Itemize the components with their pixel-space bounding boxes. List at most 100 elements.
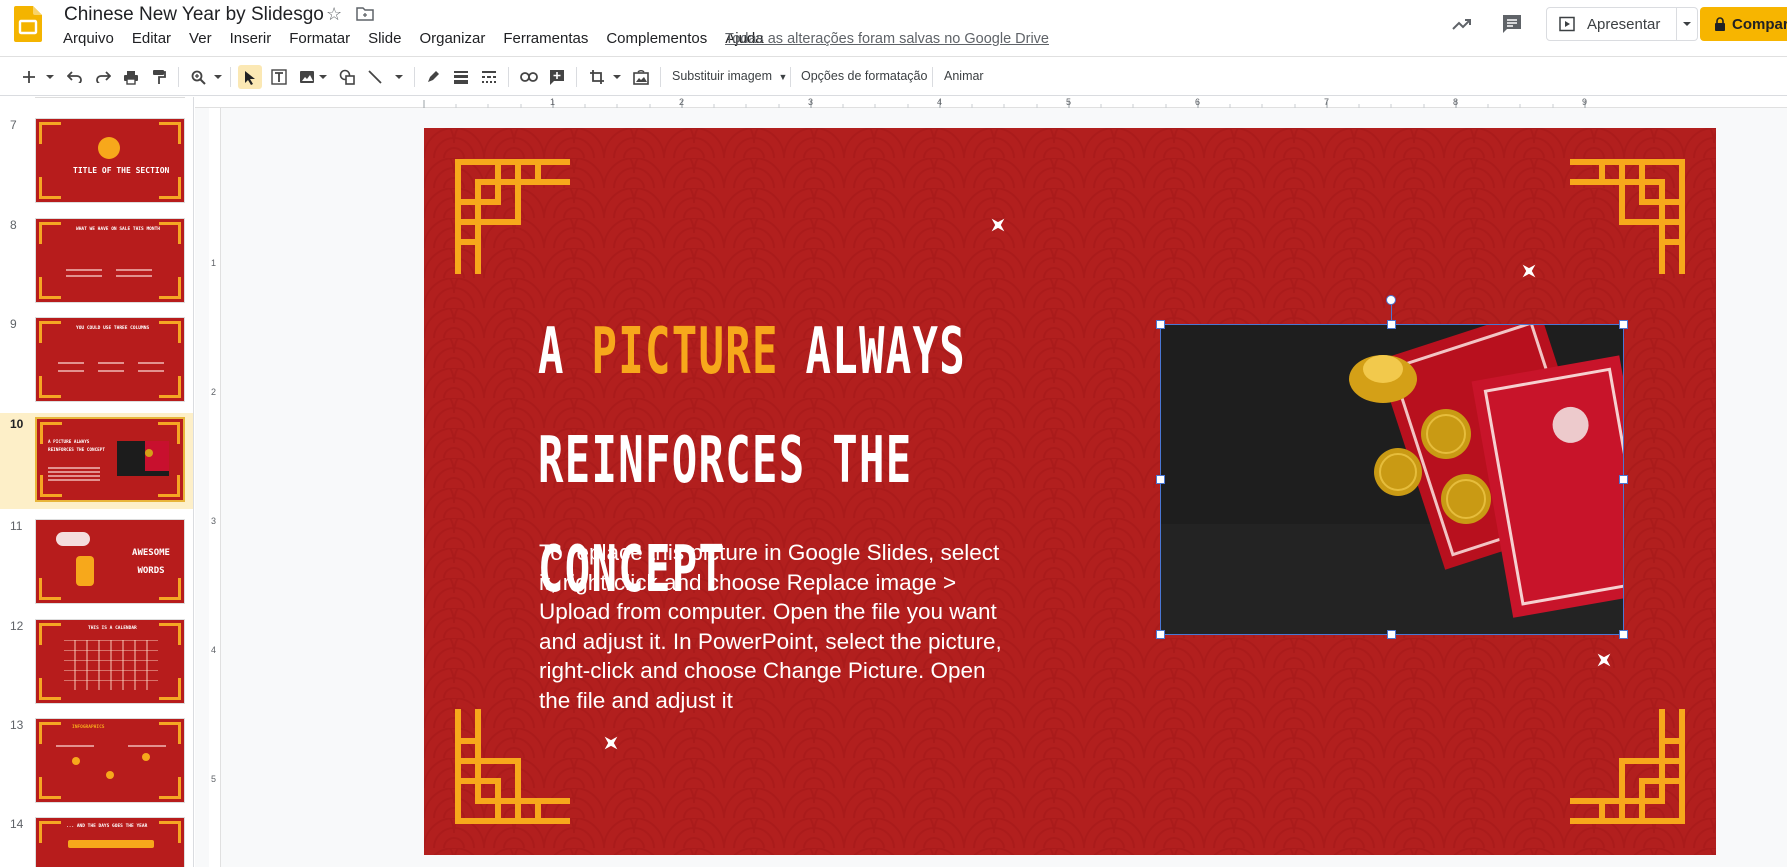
ruler-mark: 1 — [211, 258, 217, 268]
toolbar-separator — [576, 67, 577, 87]
slide-thumbnail-row[interactable] — [0, 97, 193, 105]
menu-slide[interactable]: Slide — [359, 30, 410, 52]
slide-thumbnail[interactable]: AWESOME WORDS — [35, 519, 185, 604]
menu-ver[interactable]: Ver — [180, 30, 221, 52]
crop-dropdown-icon[interactable] — [612, 65, 622, 89]
replace-image-button[interactable]: Substituir imagem ▼ — [672, 69, 787, 83]
resize-handle-left[interactable] — [1156, 475, 1165, 484]
document-title[interactable]: Chinese New Year by Slidesgo — [64, 4, 324, 26]
image-selection-box[interactable] — [1160, 324, 1624, 635]
toolbar-separator — [508, 67, 509, 87]
image-dropdown-icon[interactable] — [318, 65, 328, 89]
slide-thumbnail-row[interactable]: 14 ... AND THE DAYS GOES THE YEAR — [0, 813, 193, 867]
animate-button[interactable]: Animar — [944, 69, 984, 83]
line-dropdown-icon[interactable] — [394, 65, 404, 89]
slide-body-text[interactable]: To replace this picture in Google Slides… — [539, 538, 1009, 715]
title-text: A — [538, 315, 592, 389]
menu-organizar[interactable]: Organizar — [410, 30, 494, 52]
save-status-link[interactable]: Todas as alterações foram salvas no Goog… — [725, 31, 1049, 47]
resize-handle-top[interactable] — [1387, 320, 1396, 329]
slide-thumbnail-row[interactable]: 9 YOU COULD USE THREE COLUMNS — [0, 313, 193, 409]
menu-inserir[interactable]: Inserir — [221, 30, 281, 52]
zoom-icon[interactable] — [188, 65, 208, 89]
menu-formatar[interactable]: Formatar — [280, 30, 359, 52]
slide-thumbnail[interactable]: YOU COULD USE THREE COLUMNS — [35, 317, 185, 402]
slides-logo-icon[interactable] — [14, 6, 42, 42]
toolbar-separator — [178, 67, 179, 87]
lock-icon — [1715, 17, 1725, 31]
new-slide-icon[interactable] — [20, 65, 38, 89]
border-color-icon[interactable] — [422, 65, 444, 89]
comments-icon[interactable] — [1500, 12, 1524, 36]
thumbnail-text: A PICTURE ALWAYS REINFORCES THE CONCEPT — [48, 440, 105, 453]
undo-icon[interactable] — [64, 65, 86, 89]
resize-handle-top-right[interactable] — [1619, 320, 1628, 329]
thumbnail-photo — [117, 441, 169, 476]
app-header: Chinese New Year by Slidesgo ☆ Arquivo E… — [0, 0, 1787, 56]
present-button[interactable]: Apresentar — [1546, 7, 1677, 41]
insert-link-icon[interactable] — [518, 65, 540, 89]
resize-handle-bottom[interactable] — [1387, 630, 1396, 639]
slide-thumbnail-current[interactable]: A PICTURE ALWAYS REINFORCES THE CONCEPT — [35, 417, 185, 502]
ruler-mark: 4 — [937, 97, 943, 107]
print-icon[interactable] — [120, 65, 142, 89]
title-text: ALWAYS — [778, 315, 967, 389]
current-slide[interactable]: A PICTURE ALWAYS REINFORCES THE CONCEPT … — [424, 128, 1716, 855]
google-slides-app: Chinese New Year by Slidesgo ☆ Arquivo E… — [0, 0, 1787, 867]
slide-thumbnail-row[interactable]: 12 THIS IS A CALENDAR — [0, 615, 193, 711]
zoom-dropdown-icon[interactable] — [212, 65, 224, 89]
menu-complementos[interactable]: Complementos — [597, 30, 716, 52]
text-box-icon[interactable] — [268, 65, 290, 89]
menu-arquivo[interactable]: Arquivo — [54, 30, 123, 52]
vertical-ruler[interactable]: 1 2 3 4 5 — [209, 108, 221, 867]
replace-image-label: Substituir imagem — [672, 69, 773, 83]
toolbar-separator — [660, 67, 661, 87]
crop-icon[interactable] — [586, 65, 608, 89]
ruler-mark: 5 — [1066, 97, 1072, 107]
star-icon[interactable]: ☆ — [326, 4, 342, 25]
redo-icon[interactable] — [92, 65, 114, 89]
move-to-folder-icon[interactable] — [356, 6, 374, 21]
activity-trend-icon[interactable] — [1450, 12, 1474, 36]
resize-handle-bottom-left[interactable] — [1156, 630, 1165, 639]
menu-ferramentas[interactable]: Ferramentas — [494, 30, 597, 52]
add-comment-icon[interactable] — [546, 65, 568, 89]
slide-thumbnail-row[interactable]: 8 WHAT WE HAVE ON SALE THIS MONTH — [0, 214, 193, 310]
resize-handle-right[interactable] — [1619, 475, 1628, 484]
slide-thumbnail[interactable]: ... AND THE DAYS GOES THE YEAR — [35, 817, 185, 867]
resize-handle-bottom-right[interactable] — [1619, 630, 1628, 639]
toolbar-separator — [230, 67, 231, 87]
menu-editar[interactable]: Editar — [123, 30, 180, 52]
slide-thumbnail-row[interactable]: 7 TITLE OF THE SECTION — [0, 114, 193, 210]
toolbar-separator — [932, 67, 933, 87]
slide-thumbnail[interactable]: THIS IS A CALENDAR — [35, 619, 185, 704]
rotation-handle[interactable] — [1386, 295, 1396, 305]
border-weight-icon[interactable] — [450, 65, 472, 89]
slide-thumbnail-row[interactable]: 11 AWESOME WORDS — [0, 515, 193, 611]
thumbnail-text: TITLE OF THE SECTION — [73, 166, 170, 175]
border-dash-icon[interactable] — [478, 65, 500, 89]
toolbar-separator — [790, 67, 791, 87]
slide-thumbnail-row[interactable]: 13 INFOGRAPHICS — [0, 714, 193, 810]
resize-handle-top-left[interactable] — [1156, 320, 1165, 329]
horizontal-ruler[interactable]: 1 2 3 4 5 6 7 8 9 — [195, 97, 1787, 108]
select-cursor-icon[interactable] — [238, 65, 262, 89]
slide-thumbnail-row-active[interactable]: 10 A PICTURE ALWAYS REINFORCES THE CONCE… — [0, 413, 193, 509]
slide-thumbnail[interactable]: TITLE OF THE SECTION — [35, 118, 185, 203]
slide-thumbnail[interactable] — [35, 97, 185, 98]
shape-icon[interactable] — [336, 65, 358, 89]
ruler-mark: 8 — [1453, 97, 1459, 107]
thumbnail-text: THIS IS A CALENDAR — [88, 626, 137, 631]
slide-thumbnail[interactable]: WHAT WE HAVE ON SALE THIS MONTH — [35, 218, 185, 303]
line-icon[interactable] — [364, 65, 386, 89]
share-button[interactable]: Compar — [1700, 7, 1787, 41]
insert-image-icon[interactable] — [296, 65, 318, 89]
new-slide-layout-dropdown-icon[interactable] — [44, 65, 56, 89]
present-options-dropdown[interactable] — [1676, 7, 1698, 41]
toolbar: Substituir imagem ▼ Opções de formatação… — [0, 56, 1787, 96]
reset-image-icon[interactable] — [630, 65, 652, 89]
paint-format-icon[interactable] — [148, 65, 170, 89]
format-options-button[interactable]: Opções de formatação — [801, 69, 927, 83]
present-icon — [1559, 16, 1575, 32]
slide-thumbnail[interactable]: INFOGRAPHICS — [35, 718, 185, 803]
